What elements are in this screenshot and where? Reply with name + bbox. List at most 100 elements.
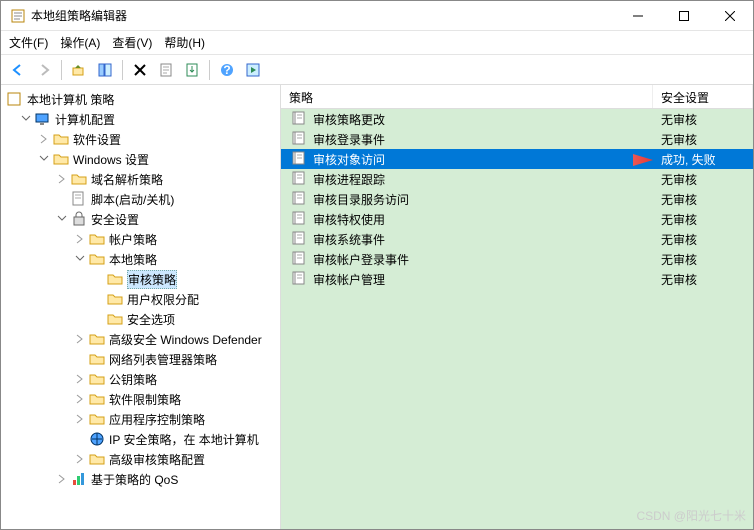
list-row[interactable]: 审核特权使用 无审核 (281, 209, 753, 229)
show-hide-tree-button[interactable] (94, 59, 116, 81)
column-policy[interactable]: 策略 (281, 85, 653, 108)
column-setting[interactable]: 安全设置 (653, 85, 753, 108)
folder-icon (89, 411, 105, 427)
menu-action[interactable]: 操作(A) (60, 34, 100, 51)
expand-icon[interactable] (55, 472, 69, 486)
tree-root[interactable]: 本地计算机 策略 (1, 89, 281, 109)
tree-audit-policy[interactable]: 审核策略 (1, 269, 281, 289)
policy-name: 审核登录事件 (313, 131, 385, 148)
list-pane: 策略 安全设置 审核策略更改无审核审核登录事件无审核审核对象访问成功, 失败审核… (281, 85, 753, 529)
list-row[interactable]: 审核策略更改无审核 (281, 109, 753, 129)
folder-icon (89, 331, 105, 347)
close-button[interactable] (707, 1, 753, 31)
folder-icon (107, 311, 123, 327)
folder-icon (107, 271, 123, 287)
policy-setting: 无审核 (661, 251, 697, 268)
tree-software-restrict[interactable]: 软件限制策略 (1, 389, 281, 409)
list-row[interactable]: 审核帐户登录事件 无审核 (281, 249, 753, 269)
tree-app-control[interactable]: 应用程序控制策略 (1, 409, 281, 429)
maximize-button[interactable] (661, 1, 707, 31)
policy-item-icon (291, 211, 307, 227)
policy-item-icon (291, 231, 307, 247)
list-row[interactable]: 审核目录服务访问无审核 (281, 189, 753, 209)
policy-setting: 无审核 (661, 231, 697, 248)
collapse-icon[interactable] (73, 252, 87, 266)
minimize-button[interactable] (615, 1, 661, 31)
collapse-icon[interactable] (19, 112, 33, 126)
expand-icon[interactable] (73, 412, 87, 426)
tree-security-settings[interactable]: 安全设置 (1, 209, 281, 229)
expand-icon[interactable] (73, 332, 87, 346)
menu-view[interactable]: 查看(V) (112, 34, 152, 51)
run-button[interactable] (242, 59, 264, 81)
delete-button[interactable] (129, 59, 151, 81)
tree-windows-settings[interactable]: Windows 设置 (1, 149, 281, 169)
policy-name: 审核特权使用 (313, 211, 385, 228)
policy-setting: 无审核 (661, 211, 697, 228)
folder-icon (89, 251, 105, 267)
svg-text:?: ? (223, 63, 230, 77)
export-list-button[interactable] (181, 59, 203, 81)
folder-icon (107, 291, 123, 307)
expand-icon[interactable] (37, 132, 51, 146)
list-header: 策略 安全设置 (281, 85, 753, 109)
expand-icon[interactable] (55, 172, 69, 186)
policy-item-icon (291, 251, 307, 267)
tree-pane[interactable]: 本地计算机 策略 计算机配置 软件设置 Windows 设置 域名解析策略 (1, 85, 281, 529)
menu-file[interactable]: 文件(F) (9, 34, 48, 51)
folder-icon (53, 151, 69, 167)
tree-security-options[interactable]: 安全选项 (1, 309, 281, 329)
list-row[interactable]: 审核进程跟踪 无审核 (281, 169, 753, 189)
policy-name: 审核策略更改 (313, 111, 385, 128)
tree-qos[interactable]: 基于策略的 QoS (1, 469, 281, 489)
policy-item-icon (291, 111, 307, 127)
policy-setting: 无审核 (661, 131, 697, 148)
expand-icon[interactable] (73, 392, 87, 406)
policy-item-icon (291, 191, 307, 207)
policy-name: 审核帐户登录事件 (313, 251, 409, 268)
policy-name: 审核对象访问 (313, 151, 385, 168)
qos-icon (71, 471, 87, 487)
policy-name: 审核帐户管理 (313, 271, 385, 288)
tree-scripts[interactable]: 脚本(启动/关机) (1, 189, 281, 209)
tree-defender[interactable]: 高级安全 Windows Defender (1, 329, 281, 349)
window-title: 本地组策略编辑器 (31, 7, 615, 24)
policy-item-icon (291, 131, 307, 147)
policy-setting: 无审核 (661, 171, 697, 188)
tree-software-settings[interactable]: 软件设置 (1, 129, 281, 149)
tree-user-rights[interactable]: 用户权限分配 (1, 289, 281, 309)
app-icon (11, 8, 27, 24)
expand-icon[interactable] (73, 452, 87, 466)
policy-item-icon (291, 151, 307, 167)
collapse-icon[interactable] (55, 212, 69, 226)
list-body[interactable]: 审核策略更改无审核审核登录事件无审核审核对象访问成功, 失败审核进程跟踪无审核审… (281, 109, 753, 529)
list-row[interactable]: 审核帐户管理 无审核 (281, 269, 753, 289)
tree-local-policy[interactable]: 本地策略 (1, 249, 281, 269)
list-row[interactable]: 审核对象访问成功, 失败 (281, 149, 753, 169)
back-button[interactable] (7, 59, 29, 81)
collapse-icon[interactable] (37, 152, 51, 166)
tree-network-list[interactable]: 网络列表管理器策略 (1, 349, 281, 369)
tree-computer-config[interactable]: 计算机配置 (1, 109, 281, 129)
properties-button[interactable] (155, 59, 177, 81)
up-button[interactable] (68, 59, 90, 81)
expand-icon[interactable] (73, 372, 87, 386)
folder-icon (71, 171, 87, 187)
help-button[interactable]: ? (216, 59, 238, 81)
tree-account-policy[interactable]: 帐户策略 (1, 229, 281, 249)
forward-button[interactable] (33, 59, 55, 81)
tree-advanced-audit[interactable]: 高级审核策略配置 (1, 449, 281, 469)
tree-public-key[interactable]: 公钥策略 (1, 369, 281, 389)
policy-icon (7, 91, 23, 107)
list-row[interactable]: 审核系统事件无审核 (281, 229, 753, 249)
policy-setting: 无审核 (661, 271, 697, 288)
tree-ipsec[interactable]: IP 安全策略，在 本地计算机 (1, 429, 281, 449)
folder-icon (89, 391, 105, 407)
policy-name: 审核进程跟踪 (313, 171, 385, 188)
folder-icon (89, 231, 105, 247)
menu-bar: 文件(F) 操作(A) 查看(V) 帮助(H) (1, 31, 753, 55)
tree-dns-policy[interactable]: 域名解析策略 (1, 169, 281, 189)
list-row[interactable]: 审核登录事件 无审核 (281, 129, 753, 149)
menu-help[interactable]: 帮助(H) (164, 34, 205, 51)
expand-icon[interactable] (73, 232, 87, 246)
